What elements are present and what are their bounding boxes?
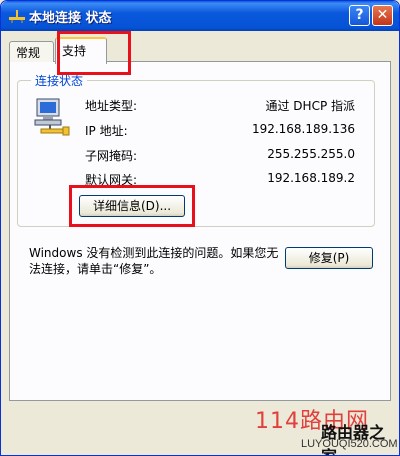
close-button[interactable]: ✕ [372,5,393,26]
subnet-mask-value: 255.255.255.0 [267,147,355,161]
highlight-box-support-tab [57,31,131,75]
title-bar[interactable]: 本地连接 状态 ? ✕ [1,1,399,31]
repair-message: Windows 没有检测到此连接的问题。如果您无法连接，请单击“修复”。 [29,246,279,276]
highlight-box-details [69,185,195,227]
network-computer-icon [34,98,70,136]
status-dialog: 本地连接 状态 ? ✕ 常规 支持 连接状态 地址类型: 通过 DHCP 指派 … [0,0,400,456]
tab-general[interactable]: 常规 [9,41,54,62]
address-type-value: 通过 DHCP 指派 [265,99,355,113]
default-gateway-value: 192.168.189.2 [267,171,355,185]
window-title: 本地连接 状态 [29,11,112,26]
network-connection-icon [9,10,25,23]
address-type-label: 地址类型: [85,99,138,113]
subnet-mask-label: 子网掩码: [85,149,138,163]
ip-address-label: IP 地址: [85,124,128,138]
watermark-overlay: 路由器之家 [321,423,386,455]
help-button[interactable]: ? [349,5,370,26]
ip-address-value: 192.168.189.136 [251,122,355,136]
repair-button[interactable]: 修复(P) [285,247,373,269]
